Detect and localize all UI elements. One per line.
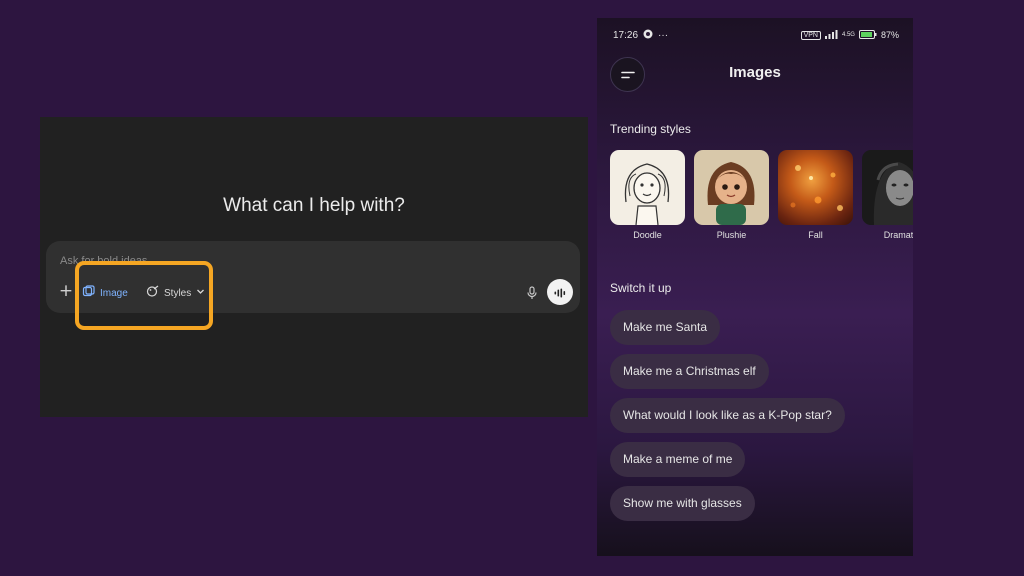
suggestion-chip[interactable]: Make me a Christmas elf [610,354,769,389]
status-time: 17:26 [613,29,639,41]
plushie-thumbnail [694,150,769,225]
suggestion-chip[interactable]: What would I look like as a K-Pop star? [610,398,845,433]
voice-mode-button[interactable] [547,279,573,305]
voice-waveform-icon [554,283,566,302]
status-bar: 17:26 ··· VPN 4.5G 87% [613,28,899,42]
mobile-images-screen: 17:26 ··· VPN 4.5G 87% Images Trending s… [597,18,913,556]
signal-icon [824,29,838,41]
page-title: Images [729,64,781,81]
suggestion-chip[interactable]: Show me with glasses [610,486,755,521]
app-notification-icon [643,29,653,42]
style-card-fall[interactable]: Fall [778,150,853,240]
trending-styles-row: Doodle Plushie Fall Dramati [610,150,913,240]
style-label-plushie: Plushie [716,230,747,240]
switch-it-up-heading: Switch it up [610,281,672,295]
style-label-fall: Fall [808,230,823,240]
suggestion-list: Make me Santa Make me a Christmas elf Wh… [610,310,845,530]
page-heading: What can I help with? [223,195,405,216]
battery-icon [858,29,877,41]
plus-icon[interactable]: + [58,283,74,300]
battery-level: 87% [880,30,899,40]
suggestion-chip[interactable]: Make me Santa [610,310,721,345]
style-label-doodle: Doodle [633,230,662,240]
fall-thumbnail [778,150,853,225]
highlight-box [75,261,213,330]
vpn-badge: VPN [800,30,821,40]
suggestion-chip[interactable]: Make a meme of me [610,442,746,477]
mic-icon[interactable] [526,285,538,299]
style-label-dramatic: Dramati [883,230,913,240]
style-card-dramatic[interactable]: Dramati [862,150,913,240]
doodle-thumbnail [610,150,685,225]
dramatic-thumbnail [862,150,913,225]
more-notifications-icon: ··· [658,29,669,41]
style-card-doodle[interactable]: Doodle [610,150,685,240]
style-card-plushie[interactable]: Plushie [694,150,769,240]
network-type: 4.5G [841,32,855,38]
trending-styles-heading: Trending styles [610,122,691,136]
